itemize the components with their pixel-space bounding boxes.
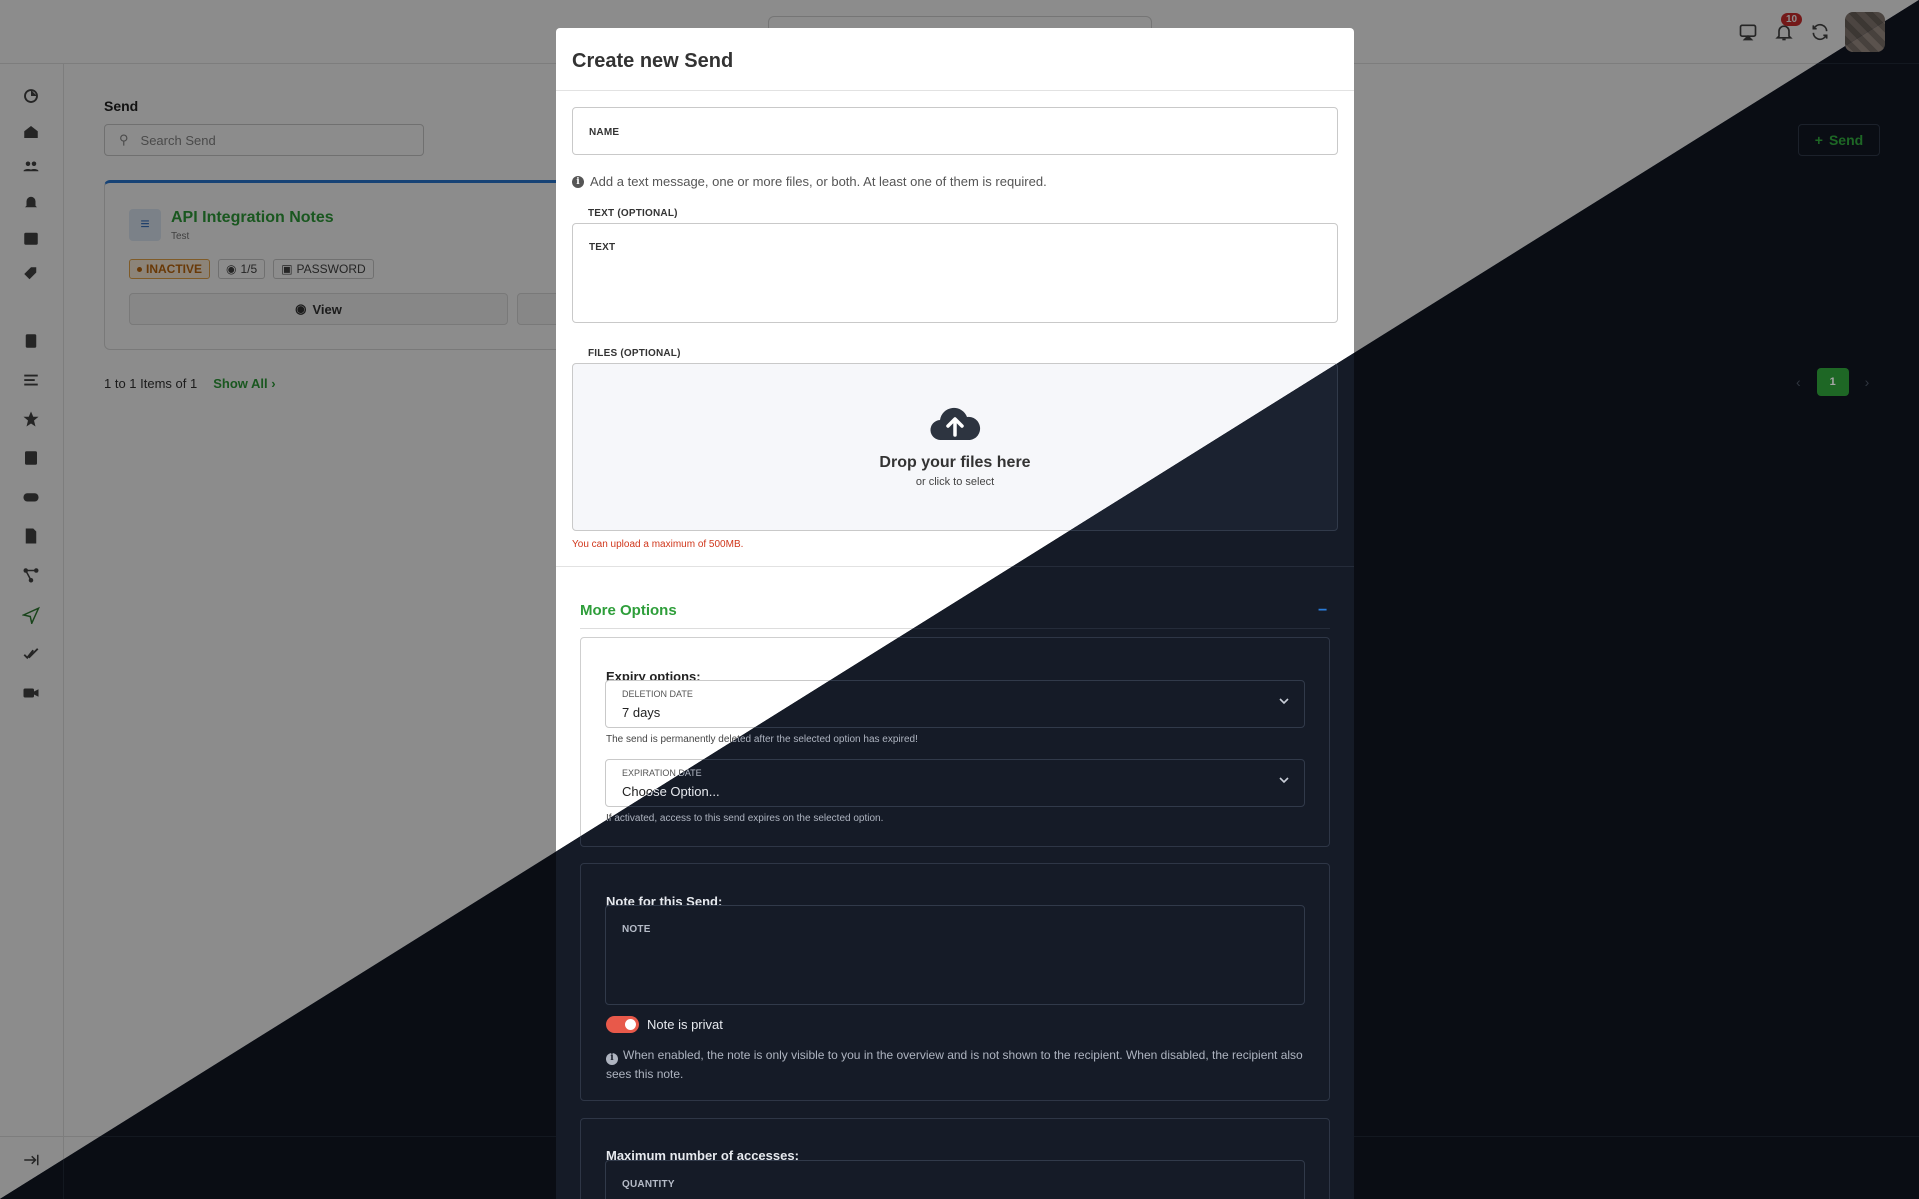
collapse-more-options-button[interactable]: − <box>1318 602 1327 620</box>
chevron-down-icon <box>1279 777 1289 784</box>
files-section-label: FILES (OPTIONAL) <box>588 348 681 359</box>
quantity-field[interactable]: QUANTITY <box>605 1160 1305 1199</box>
info-icon: i <box>606 1052 618 1065</box>
expiration-hint: If activated, access to this send expire… <box>606 813 884 824</box>
upload-limit-hint: You can upload a maximum of 500MB. <box>572 539 744 550</box>
note-private-toggle[interactable] <box>606 1016 639 1033</box>
note-private-label: Note is privat <box>647 1017 723 1032</box>
text-field[interactable]: TEXT <box>572 223 1338 323</box>
modal-header: Create new Send <box>556 28 1354 91</box>
name-field[interactable]: NAME <box>572 107 1338 155</box>
info-icon: i <box>572 175 584 188</box>
max-access-panel: Maximum number of accesses: QUANTITY <box>580 1118 1330 1199</box>
note-field[interactable]: NOTE <box>605 905 1305 1005</box>
cloud-upload-icon <box>930 407 981 441</box>
content-requirement-info: iAdd a text message, one or more files, … <box>572 174 1047 189</box>
chevron-down-icon <box>1279 698 1289 705</box>
modal-title: Create new Send <box>572 50 734 72</box>
text-section-label: TEXT (OPTIONAL) <box>588 208 678 219</box>
more-options-title[interactable]: More Options <box>580 602 677 619</box>
note-panel: Note for this Send: NOTE Note is privat … <box>580 863 1330 1101</box>
expiration-date-select[interactable]: EXPIRATION DATE Choose Option... <box>605 759 1305 807</box>
note-private-info: iWhen enabled, the note is only visible … <box>606 1048 1303 1081</box>
